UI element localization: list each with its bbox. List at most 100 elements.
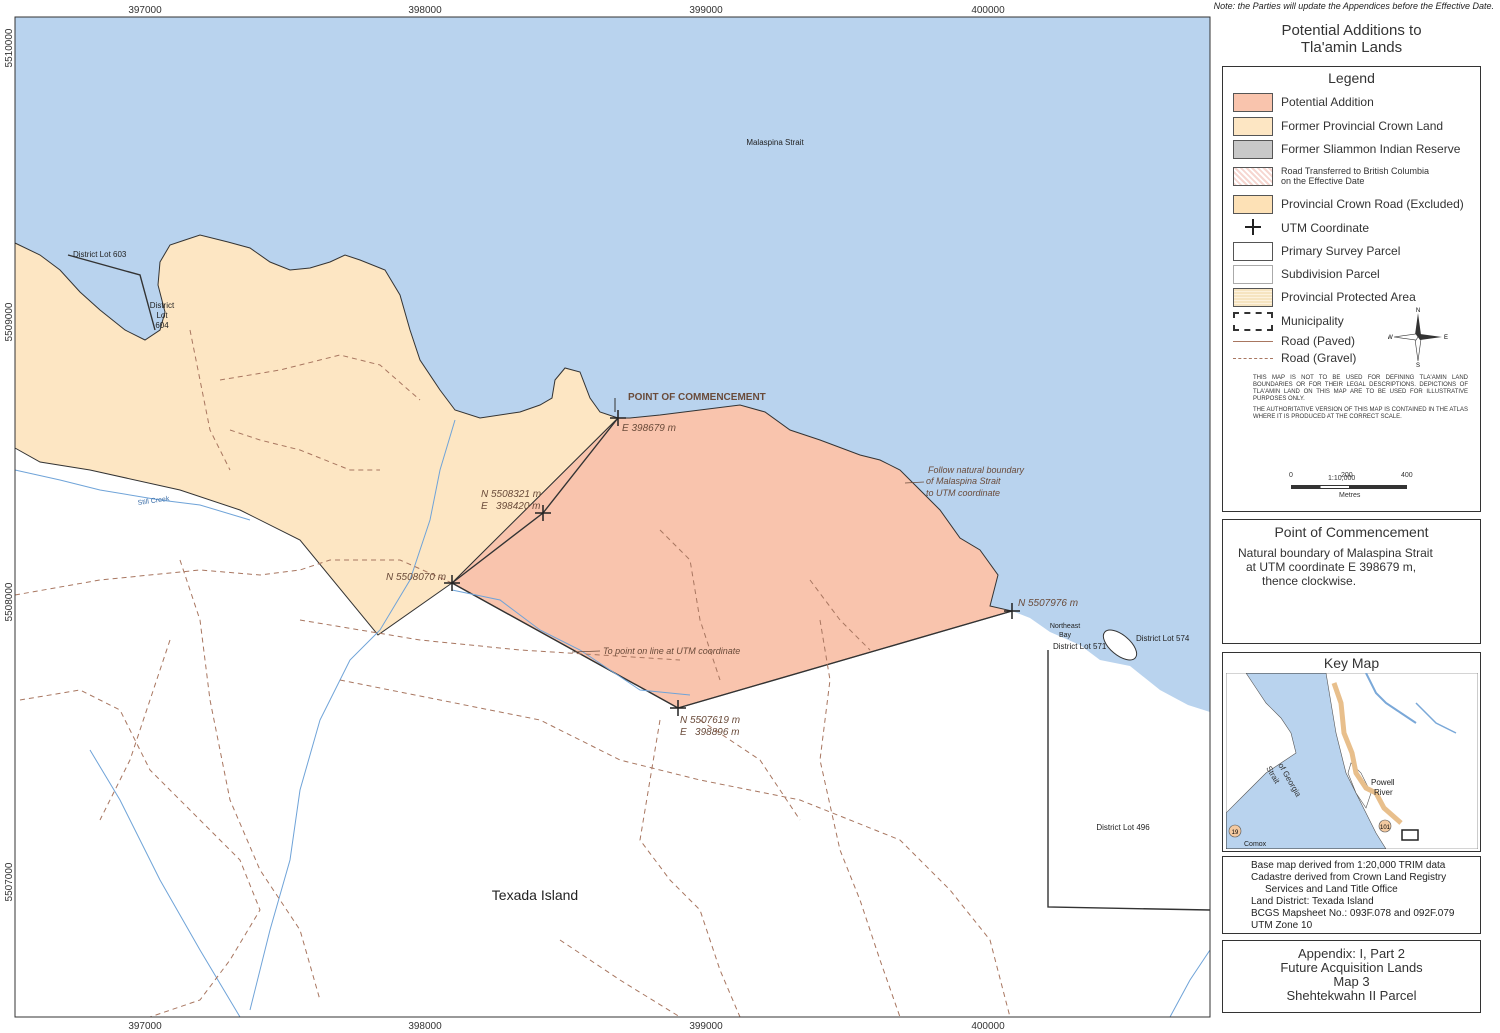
grid-x-label-top: 400000: [971, 5, 1005, 16]
key-map-comox-label: Comox: [1244, 841, 1267, 848]
source-panel: Base map derived from 1:20,000 TRIM data…: [1222, 856, 1481, 934]
swatch-former-reserve: [1233, 139, 1273, 159]
legend-label: Potential Addition: [1281, 95, 1374, 109]
source-notes: Base map derived from 1:20,000 TRIM data…: [1251, 860, 1455, 931]
scale-tick: 200: [1341, 472, 1353, 479]
grid-x-label-top: 399000: [689, 5, 723, 16]
bay-label: Northeast: [1050, 623, 1080, 630]
key-map-title: Key Map: [1323, 655, 1380, 671]
legend-label: Primary Survey Parcel: [1281, 244, 1401, 258]
follow-note: Follow natural boundary: [928, 465, 1025, 475]
follow-note: to UTM coordinate: [926, 488, 1000, 498]
pt1-easting: E 398420 m: [481, 501, 540, 512]
swatch-primary-parcel: [1233, 241, 1273, 261]
legend-item-potential-addition: Potential Addition: [1233, 92, 1374, 112]
map-title-line2: Tla'amin Lands: [1300, 39, 1403, 56]
legend-label: Provincial Protected Area: [1281, 290, 1416, 304]
island-label: Texada Island: [492, 887, 578, 903]
legend-item-crown-road: Provincial Crown Road (Excluded): [1233, 194, 1464, 214]
appendix-line: Shehtekwahn II Parcel: [1286, 988, 1417, 1003]
lot-604-label: District: [150, 301, 175, 310]
legend-item-road-transferred: Road Transferred to British Columbia on t…: [1233, 165, 1429, 187]
legend-item-municipality: Municipality: [1233, 311, 1344, 331]
poc-easting: E 398679 m: [622, 423, 676, 434]
appendix-panel: Appendix: I, Part 2 Future Acquisition L…: [1222, 940, 1481, 1013]
key-map-panel[interactable]: Key Map Strait of Georgia Powell River 1…: [1222, 652, 1481, 852]
legend-panel: Legend Potential Addition Former Provinc…: [1222, 66, 1481, 512]
legend-label: Road (Paved): [1281, 334, 1356, 348]
grid-y-label-left: 5508000: [4, 582, 15, 621]
key-map-town-label: Powell: [1371, 778, 1395, 787]
lot-571-label: District Lot 571: [1053, 642, 1107, 651]
svg-text:101: 101: [1380, 825, 1391, 831]
pt3-easting: E 398896 m: [680, 727, 739, 738]
scale-tick: 400: [1401, 472, 1413, 479]
legend-label: Municipality: [1281, 314, 1344, 328]
svg-text:N: N: [1416, 308, 1420, 314]
scale-unit: Metres: [1339, 492, 1361, 499]
lot-574-label: District Lot 574: [1136, 634, 1190, 643]
swatch-potential-addition: [1233, 92, 1273, 112]
key-map-town-label: River: [1374, 788, 1393, 797]
map-canvas[interactable]: 397000 398000 399000 400000 397000 39800…: [0, 0, 1215, 1033]
swatch-protected-area: [1233, 287, 1273, 307]
svg-text:19: 19: [1232, 830, 1239, 836]
legend-title: Legend: [1328, 70, 1375, 86]
legend-item-road-gravel: Road (Gravel): [1233, 348, 1356, 368]
svg-text:E: E: [1444, 335, 1448, 341]
grid-x-label-top: 397000: [128, 5, 162, 16]
legend-label: Former Sliammon Indian Reserve: [1281, 142, 1461, 156]
swatch-road-transferred: [1233, 166, 1273, 186]
legend-item-primary-parcel: Primary Survey Parcel: [1233, 241, 1400, 261]
grid-y-label-left: 5510000: [4, 28, 15, 67]
pt4-northing: N 5507976 m: [1018, 598, 1078, 609]
scale-bar: 1:10,000 0 200 400 Metres: [1283, 472, 1433, 505]
title-panel: Potential Additions to Tla'amin Lands: [1222, 22, 1481, 66]
swatch-former-crown-land: [1233, 116, 1273, 136]
road-paved-line-icon: [1233, 340, 1273, 342]
swatch-crown-road: [1233, 194, 1273, 214]
lot-604-label: Lot: [156, 311, 168, 320]
legend-disclaimer: THIS MAP IS NOT TO BE USED FOR DEFINING …: [1253, 375, 1468, 420]
lot-604-label: 604: [155, 321, 169, 330]
grid-x-label-bottom: 400000: [971, 1021, 1005, 1032]
legend-item-protected-area: Provincial Protected Area: [1233, 287, 1416, 307]
poc-label: POINT OF COMMENCEMENT: [628, 392, 766, 403]
appendix-line: Map 3: [1333, 974, 1370, 989]
grid-y-label-left: 5507000: [4, 862, 15, 901]
grid-x-label-bottom: 397000: [128, 1021, 162, 1032]
poc-description: Natural boundary of Malaspina Strait at …: [1238, 546, 1433, 588]
scale-tick: 0: [1289, 472, 1293, 479]
legend-label: Road (Gravel): [1281, 351, 1357, 365]
legend-label: Provincial Crown Road (Excluded): [1281, 197, 1464, 211]
legend-item-utm: UTM Coordinate: [1233, 218, 1369, 238]
pt3-northing: N 5507619 m: [680, 715, 740, 726]
appendix-note: Note: the Parties will update the Append…: [1213, 1, 1494, 11]
appendix-line: Future Acquisition Lands: [1280, 960, 1423, 975]
scale-bar-graphic: [1291, 485, 1407, 489]
bay-label: Bay: [1059, 632, 1072, 639]
swatch-municipality: [1233, 311, 1273, 331]
point-note: To point on line at UTM coordinate: [603, 646, 740, 656]
legend-label: Former Provincial Crown Land: [1281, 119, 1444, 133]
water-label: Malaspina Strait: [746, 138, 804, 147]
poc-panel: Point of Commencement Natural boundary o…: [1222, 519, 1481, 644]
lot-496-label: District Lot 496: [1096, 823, 1150, 832]
grid-x-label-bottom: 399000: [689, 1021, 723, 1032]
pt2-northing: N 5508070 m: [386, 572, 446, 583]
legend-label: UTM Coordinate: [1281, 221, 1370, 235]
lot-603-label: District Lot 603: [73, 250, 127, 259]
swatch-subdivision: [1233, 264, 1273, 284]
legend-item-former-reserve: Former Sliammon Indian Reserve: [1233, 139, 1460, 159]
grid-y-label-left: 5509000: [4, 302, 15, 341]
legend-item-former-crown-land: Former Provincial Crown Land: [1233, 116, 1443, 136]
legend-item-subdivision: Subdivision Parcel: [1233, 264, 1380, 284]
north-arrow-icon: N S E W: [1388, 308, 1448, 367]
svg-text:W: W: [1388, 335, 1393, 341]
grid-x-label-bottom: 398000: [408, 1021, 442, 1032]
key-map-canvas[interactable]: Strait of Georgia Powell River 101 19 Co…: [1226, 673, 1478, 849]
pt1-northing: N 5508321 m: [481, 489, 541, 500]
appendix-line: Appendix: I, Part 2: [1298, 946, 1405, 961]
legend-label: Road Transferred to British Columbia on t…: [1281, 166, 1430, 186]
main-map[interactable]: 397000 398000 399000 400000 397000 39800…: [0, 0, 1215, 1033]
